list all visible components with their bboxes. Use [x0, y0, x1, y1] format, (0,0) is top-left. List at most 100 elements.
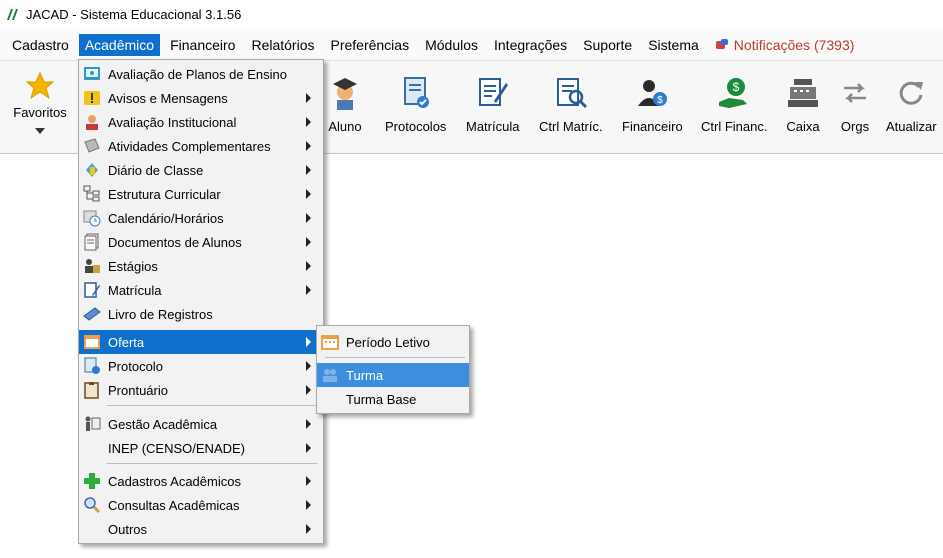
activities-icon — [84, 138, 100, 153]
documents-icon — [84, 233, 99, 251]
financial-control-icon: $ — [719, 78, 748, 108]
register-book-icon — [83, 307, 101, 321]
submenu-arrow-icon — [306, 337, 311, 347]
plus-icon — [84, 473, 100, 489]
swap-arrows-icon — [844, 83, 866, 103]
toolbar-matricula-button[interactable]: Matrícula — [466, 75, 519, 134]
toolbar-aluno-button[interactable]: Aluno — [327, 75, 363, 134]
submenu-arrow-icon — [306, 419, 311, 429]
submenu-arrow-icon — [306, 285, 311, 295]
toolbar-caixa-label: Caixa — [786, 119, 820, 134]
toolbar-caixa-button[interactable]: Caixa — [785, 75, 821, 134]
menu-item-estrutura[interactable]: Estrutura Curricular — [79, 182, 323, 206]
menu-cadastro[interactable]: Cadastro — [6, 34, 75, 56]
cash-register-icon — [788, 79, 818, 107]
toolbar-matricula-label: Matrícula — [466, 119, 520, 134]
notifications-menu[interactable]: Notificações (7393) — [715, 37, 854, 53]
toolbar-protocolos-label: Protocolos — [385, 119, 447, 134]
submenu-arrow-icon — [306, 213, 311, 223]
class-diary-icon — [86, 163, 98, 177]
calendar-clock-icon — [83, 210, 101, 227]
menu-integracoes[interactable]: Integrações — [488, 34, 573, 56]
menu-item-documentos[interactable]: Documentos de Alunos — [79, 230, 323, 254]
warning-icon — [84, 91, 100, 105]
menu-suporte[interactable]: Suporte — [577, 34, 638, 56]
submenu-item-periodo-letivo[interactable]: Período Letivo — [317, 330, 469, 354]
submenu-arrow-icon — [306, 237, 311, 247]
protocol-icon — [84, 357, 100, 374]
submenu-arrow-icon — [306, 443, 311, 453]
menu-item-outros[interactable]: Outros — [79, 517, 323, 541]
toolbar-orgs-label: Orgs — [840, 119, 870, 134]
toolbar-orgs-button[interactable]: Orgs — [837, 75, 873, 134]
menu-bar: Cadastro Acadêmico Financeiro Relatórios… — [0, 29, 943, 60]
person-icon — [86, 115, 98, 130]
menu-item-avisos[interactable]: Avisos e Mensagens — [79, 86, 323, 110]
submenu-arrow-icon — [306, 385, 311, 395]
menu-item-consultas[interactable]: Consultas Acadêmicas — [79, 493, 323, 517]
menu-item-diario[interactable]: Diário de Classe — [79, 158, 323, 182]
menu-item-label: Prontuário — [108, 382, 168, 398]
toolbar-atualizar-button[interactable]: Atualizar — [886, 75, 937, 134]
menu-item-label: Oferta — [108, 334, 145, 350]
menu-item-label: Diário de Classe — [108, 162, 204, 178]
menu-modulos[interactable]: Módulos — [419, 34, 484, 56]
menu-preferencias[interactable]: Preferências — [324, 34, 415, 56]
toolbar-financeiro-label: Financeiro — [622, 119, 683, 134]
favorites-label: Favoritos — [13, 105, 67, 120]
magnifier-icon — [84, 497, 101, 514]
toolbar-financeiro-button[interactable]: $ Financeiro — [622, 75, 683, 134]
submenu-arrow-icon — [306, 476, 311, 486]
student-icon — [333, 78, 357, 110]
toolbar-ctrl-matric-button[interactable]: Ctrl Matríc. — [539, 75, 603, 134]
toolbar-ctrl-financ-button[interactable]: $ Ctrl Financ. — [701, 75, 767, 134]
menu-relatorios[interactable]: Relatórios — [245, 34, 320, 56]
title-bar: JACAD - Sistema Educacional 3.1.56 — [0, 0, 943, 28]
menu-item-label: Livro de Registros — [108, 306, 213, 322]
menu-item-label: Protocolo — [108, 358, 163, 374]
menu-sistema[interactable]: Sistema — [642, 34, 705, 56]
menu-item-label: Avaliação Institucional — [108, 114, 237, 130]
menu-item-protocolo[interactable]: Protocolo — [79, 354, 323, 378]
submenu-arrow-icon — [306, 141, 311, 151]
submenu-item-turma-base[interactable]: Turma Base — [317, 387, 469, 411]
toolbar-atualizar-label: Atualizar — [886, 119, 937, 134]
plan-evaluation-icon — [84, 67, 100, 80]
menu-item-livro-registros[interactable]: Livro de Registros — [79, 302, 323, 326]
enrollment-icon — [478, 78, 508, 106]
menu-item-avaliacao-institucional[interactable]: Avaliação Institucional — [79, 110, 323, 134]
star-icon — [25, 71, 55, 100]
menu-item-label: Cadastros Acadêmicos — [108, 473, 241, 489]
menu-item-matricula[interactable]: Matrícula — [79, 278, 323, 302]
menu-item-atividades[interactable]: Atividades Complementares — [79, 134, 323, 158]
menu-item-estagios[interactable]: Estágios — [79, 254, 323, 278]
toolbar-aluno-label: Aluno — [328, 119, 362, 134]
window-title: JACAD - Sistema Educacional 3.1.56 — [26, 6, 242, 22]
oferta-submenu: Período Letivo Turma Turma Base — [316, 325, 470, 414]
menu-item-gestao[interactable]: Gestão Acadêmica — [79, 412, 323, 436]
menu-item-prontuario[interactable]: Prontuário — [79, 378, 323, 402]
svg-text:$: $ — [733, 80, 740, 94]
favorites-button[interactable]: Favoritos — [8, 71, 72, 134]
menu-item-label: Outros — [108, 521, 148, 537]
menu-item-label: Documentos de Alunos — [108, 234, 242, 250]
menu-financeiro[interactable]: Financeiro — [164, 34, 241, 56]
chevron-down-icon[interactable] — [35, 128, 45, 134]
menu-separator — [325, 357, 465, 358]
submenu-item-label: Turma Base — [346, 391, 417, 407]
submenu-arrow-icon — [306, 500, 311, 510]
menu-item-cadastros[interactable]: Cadastros Acadêmicos — [79, 469, 323, 493]
toolbar-protocolos-button[interactable]: Protocolos — [385, 75, 446, 134]
submenu-arrow-icon — [306, 93, 311, 103]
menu-academico[interactable]: Acadêmico — [78, 33, 161, 56]
menu-item-inep[interactable]: INEP (CENSO/ENADE) — [79, 436, 323, 460]
refresh-icon — [900, 81, 924, 105]
submenu-item-turma[interactable]: Turma — [317, 363, 469, 387]
menu-item-label: Consultas Acadêmicas — [108, 497, 240, 513]
menu-separator — [107, 463, 317, 464]
submenu-arrow-icon — [306, 165, 311, 175]
academico-menu: Avaliação de Planos de Ensino Avisos e M… — [78, 59, 324, 544]
menu-item-avaliacao-planos[interactable]: Avaliação de Planos de Ensino — [79, 62, 323, 86]
menu-item-oferta[interactable]: Oferta — [79, 330, 323, 354]
menu-item-calendario[interactable]: Calendário/Horários — [79, 206, 323, 230]
